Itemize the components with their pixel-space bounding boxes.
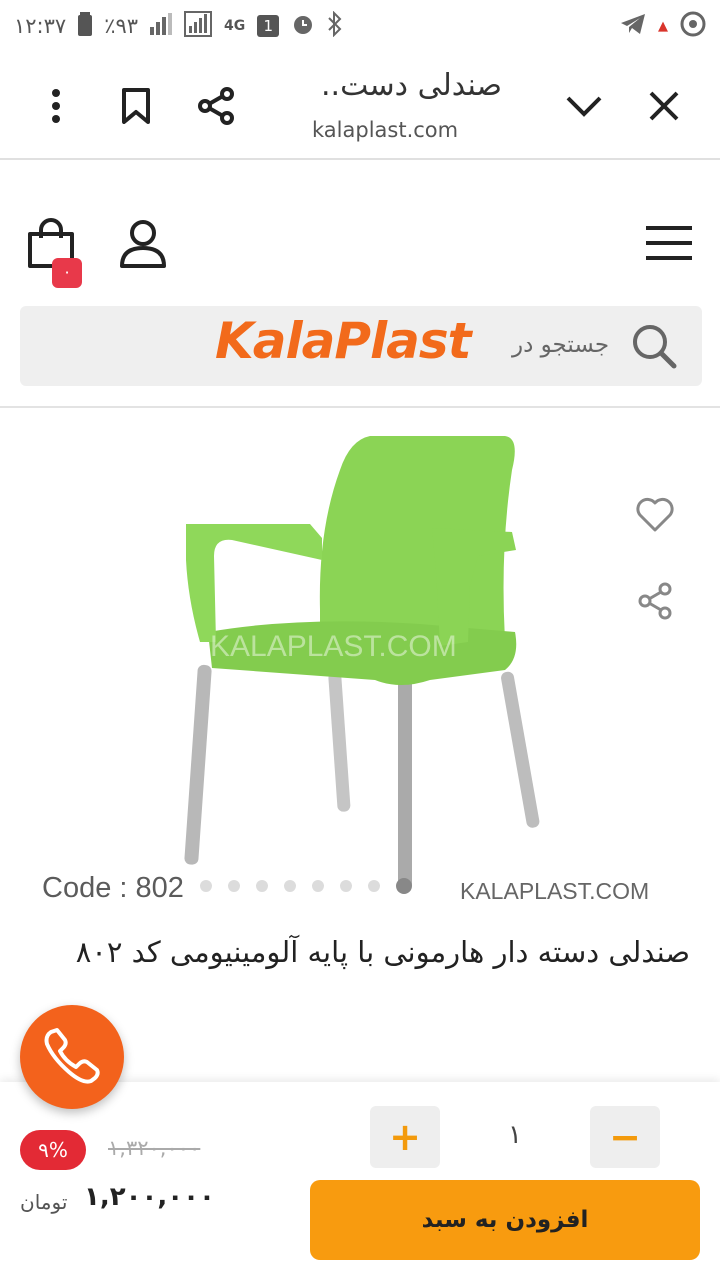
product-image: KALAPLAST.COM xyxy=(184,436,540,890)
page-url[interactable]: kalaplast.com xyxy=(312,118,458,142)
product-image-carousel[interactable]: KALAPLAST.COM xyxy=(0,410,720,910)
old-price: ۱,۳۲۰,۰۰۰ xyxy=(108,1136,201,1160)
page-title: صندلی دست.. xyxy=(321,68,502,103)
phone-icon xyxy=(43,1026,101,1088)
hamburger-menu-icon[interactable] xyxy=(646,224,692,266)
cart-count-badge: ۰ xyxy=(52,258,82,288)
chevron-down-icon[interactable] xyxy=(560,82,608,130)
search-placeholder: جستجو در xyxy=(512,332,610,358)
carousel-dot[interactable] xyxy=(284,880,296,892)
search-bar[interactable]: KalaPlast جستجو در xyxy=(20,306,702,386)
plus-icon: + xyxy=(389,1115,421,1159)
user-account-icon[interactable] xyxy=(118,218,168,274)
image-watermark: KALAPLAST.COM xyxy=(210,630,457,663)
telegram-icon xyxy=(620,13,646,40)
carousel-dot[interactable] xyxy=(340,880,352,892)
status-right: ▲ xyxy=(620,11,706,42)
signal-icon xyxy=(150,12,173,40)
add-to-cart-button[interactable]: افزودن به سبد xyxy=(310,1180,700,1260)
bluetooth-icon xyxy=(327,10,343,42)
product-title: صندلی دسته دار هارمونی با پایه آلومینیوم… xyxy=(75,935,690,969)
site-header: ۰ xyxy=(0,162,720,302)
status-bar: ۱۲:۳۷ ٪۹۳ 4G 1 ▲ xyxy=(0,0,720,52)
close-icon[interactable] xyxy=(640,82,688,130)
carousel-dot[interactable] xyxy=(228,880,240,892)
discount-badge: ۹% xyxy=(20,1130,86,1170)
alarm-icon xyxy=(291,12,315,41)
page: ۱۲:۳۷ ٪۹۳ 4G 1 ▲ صندلی دست.. kalaplast.c… xyxy=(0,0,720,1280)
purchase-bar: + ۱ − ۹% ۱,۳۲۰,۰۰۰ ۱,۲۰۰,۰۰۰ تومان افزود… xyxy=(0,1082,720,1280)
heart-icon[interactable] xyxy=(632,492,678,538)
carousel-dot[interactable] xyxy=(312,880,324,892)
search-icon[interactable] xyxy=(630,322,678,374)
currency-label: تومان xyxy=(20,1190,68,1214)
carousel-dots[interactable] xyxy=(200,878,412,894)
product-share-icon[interactable] xyxy=(632,578,678,624)
vpn-icon xyxy=(680,11,706,42)
product-code: Code : 802 xyxy=(42,872,184,904)
decrease-quantity-button[interactable]: − xyxy=(590,1106,660,1168)
share-icon[interactable] xyxy=(192,82,240,130)
battery-icon xyxy=(78,11,93,41)
image-site-watermark: KALAPLAST.COM xyxy=(460,878,650,904)
network-type: 4G xyxy=(224,18,246,34)
browser-bar: صندلی دست.. kalaplast.com xyxy=(0,52,720,160)
status-left: ۱۲:۳۷ ٪۹۳ 4G 1 xyxy=(14,10,343,42)
quantity-value: ۱ xyxy=(508,1120,522,1150)
minus-icon: − xyxy=(609,1115,641,1159)
more-menu-icon[interactable] xyxy=(32,82,80,130)
app-notification-icon: ▲ xyxy=(658,18,668,34)
carousel-dot[interactable] xyxy=(368,880,380,892)
call-button[interactable] xyxy=(20,1005,124,1109)
sim-badge: 1 xyxy=(257,15,280,37)
carousel-dot[interactable] xyxy=(256,880,268,892)
increase-quantity-button[interactable]: + xyxy=(370,1106,440,1168)
battery-level: ٪۹۳ xyxy=(104,14,139,38)
bookmark-icon[interactable] xyxy=(112,82,160,130)
signal-icon-2 xyxy=(184,10,213,42)
site-logo[interactable]: KalaPlast xyxy=(215,312,472,370)
divider xyxy=(0,406,720,408)
carousel-dot[interactable] xyxy=(200,880,212,892)
price: ۱,۲۰۰,۰۰۰ xyxy=(84,1182,215,1212)
clock: ۱۲:۳۷ xyxy=(14,14,67,38)
carousel-dot[interactable] xyxy=(396,878,412,894)
